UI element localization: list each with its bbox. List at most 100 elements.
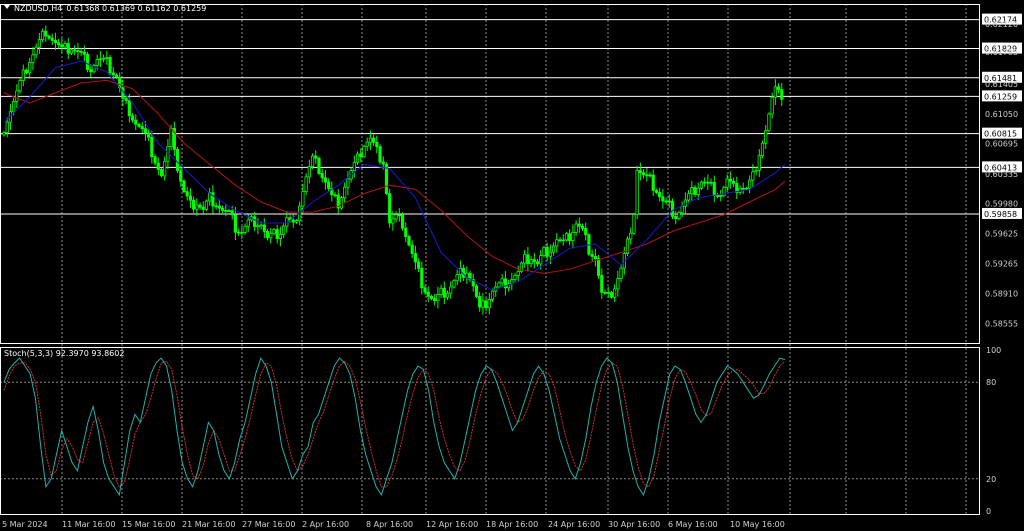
candle-body <box>304 176 308 192</box>
stoch-tick: 80 <box>986 378 996 387</box>
candle-body <box>182 180 186 193</box>
price-level-label: 0.60815 <box>984 130 1017 139</box>
candle-body <box>375 141 379 148</box>
candle-body <box>127 100 131 117</box>
candle-body <box>397 214 401 217</box>
candle-body <box>770 96 774 115</box>
candle-body <box>163 160 167 177</box>
candle-body <box>388 193 392 224</box>
candle-body <box>661 196 665 202</box>
price-tick: 0.58555 <box>985 319 1018 328</box>
candle-body <box>706 181 710 184</box>
candle-body <box>314 155 318 159</box>
price-tick: 0.60695 <box>985 140 1018 149</box>
candle-body <box>664 200 668 203</box>
candle-body <box>703 181 707 184</box>
candle-body <box>426 291 430 297</box>
candle-body <box>719 195 723 197</box>
price-tick: 0.62120 <box>985 20 1018 29</box>
candle-body <box>259 224 263 227</box>
candle-body <box>114 74 119 78</box>
candle-body <box>195 204 199 210</box>
candle-body <box>487 299 491 309</box>
candle-body <box>606 292 610 294</box>
candle-body <box>28 62 32 74</box>
candle-body <box>63 43 67 48</box>
candle-body <box>198 204 202 208</box>
candle-body <box>751 171 755 181</box>
candle-body <box>179 170 183 182</box>
candle-body <box>654 189 659 193</box>
candle-body <box>278 234 283 239</box>
candle-body <box>108 57 112 74</box>
candle-body <box>404 227 408 237</box>
candle-body <box>310 155 315 167</box>
candle-body <box>253 216 257 227</box>
candle-body <box>603 291 607 294</box>
candle-body <box>150 136 154 158</box>
candle-body <box>474 285 479 297</box>
candle-body <box>82 51 86 55</box>
candle-body <box>85 53 90 71</box>
candle-body <box>220 207 225 211</box>
candle-body <box>410 244 414 254</box>
candle-body <box>124 97 128 101</box>
candle-body <box>53 40 58 43</box>
candle-body <box>368 137 372 143</box>
candle-body <box>445 292 450 298</box>
candle-body <box>275 229 279 239</box>
candle-body <box>635 170 639 215</box>
candle-body <box>529 259 533 265</box>
candle-body <box>140 126 144 130</box>
candle-body <box>230 210 234 216</box>
candle-body <box>613 288 617 298</box>
candle-body <box>31 54 35 63</box>
time-label: 15 Mar 16:00 <box>122 520 175 529</box>
candle-body <box>773 86 777 98</box>
candle-body <box>564 233 569 241</box>
candle-body <box>12 100 16 113</box>
candle-body <box>744 187 749 190</box>
candle-body <box>561 239 565 242</box>
candle-body <box>237 231 241 234</box>
time-label: 18 Apr 16:00 <box>486 520 538 529</box>
candle-body <box>478 296 482 308</box>
candle-body <box>500 278 504 284</box>
moving-averages <box>3 60 786 291</box>
candle-body <box>185 191 189 197</box>
candle-body <box>658 192 662 198</box>
candle-body <box>143 128 148 134</box>
candle-body <box>355 153 360 163</box>
candle-body <box>551 245 556 253</box>
candle-body <box>352 161 356 172</box>
candle-body <box>159 169 164 177</box>
candle-body <box>346 178 350 188</box>
candle-body <box>625 238 630 254</box>
candle-body <box>233 214 238 233</box>
candle-body <box>153 156 157 164</box>
candle-body <box>105 57 109 59</box>
candle-body <box>780 89 784 100</box>
time-label: 24 Apr 16:00 <box>548 520 600 529</box>
chart-area[interactable]: 0.621740.618290.614810.612590.608150.604… <box>0 0 1024 531</box>
candle-body <box>680 205 684 213</box>
candle-body <box>394 214 398 220</box>
candle-body <box>89 69 93 73</box>
candle-body <box>600 275 604 293</box>
candle-body <box>5 121 9 133</box>
ma-fast-line <box>3 60 786 291</box>
candle-body <box>137 123 141 127</box>
candle-body <box>339 197 344 209</box>
candle-body <box>523 254 527 264</box>
candle-body <box>246 219 250 227</box>
candle-body <box>378 146 382 163</box>
candle-body <box>391 218 395 224</box>
candle-body <box>407 236 411 246</box>
dropdown-arrow-icon[interactable] <box>4 5 10 9</box>
stoch-header: Stoch(5,3,3) 92.3970 93.8602 <box>4 349 124 358</box>
candle-body <box>2 132 6 136</box>
grid-lines <box>61 4 967 514</box>
candle-body <box>95 58 99 66</box>
candle-body <box>175 149 180 171</box>
candle-body <box>683 199 687 207</box>
